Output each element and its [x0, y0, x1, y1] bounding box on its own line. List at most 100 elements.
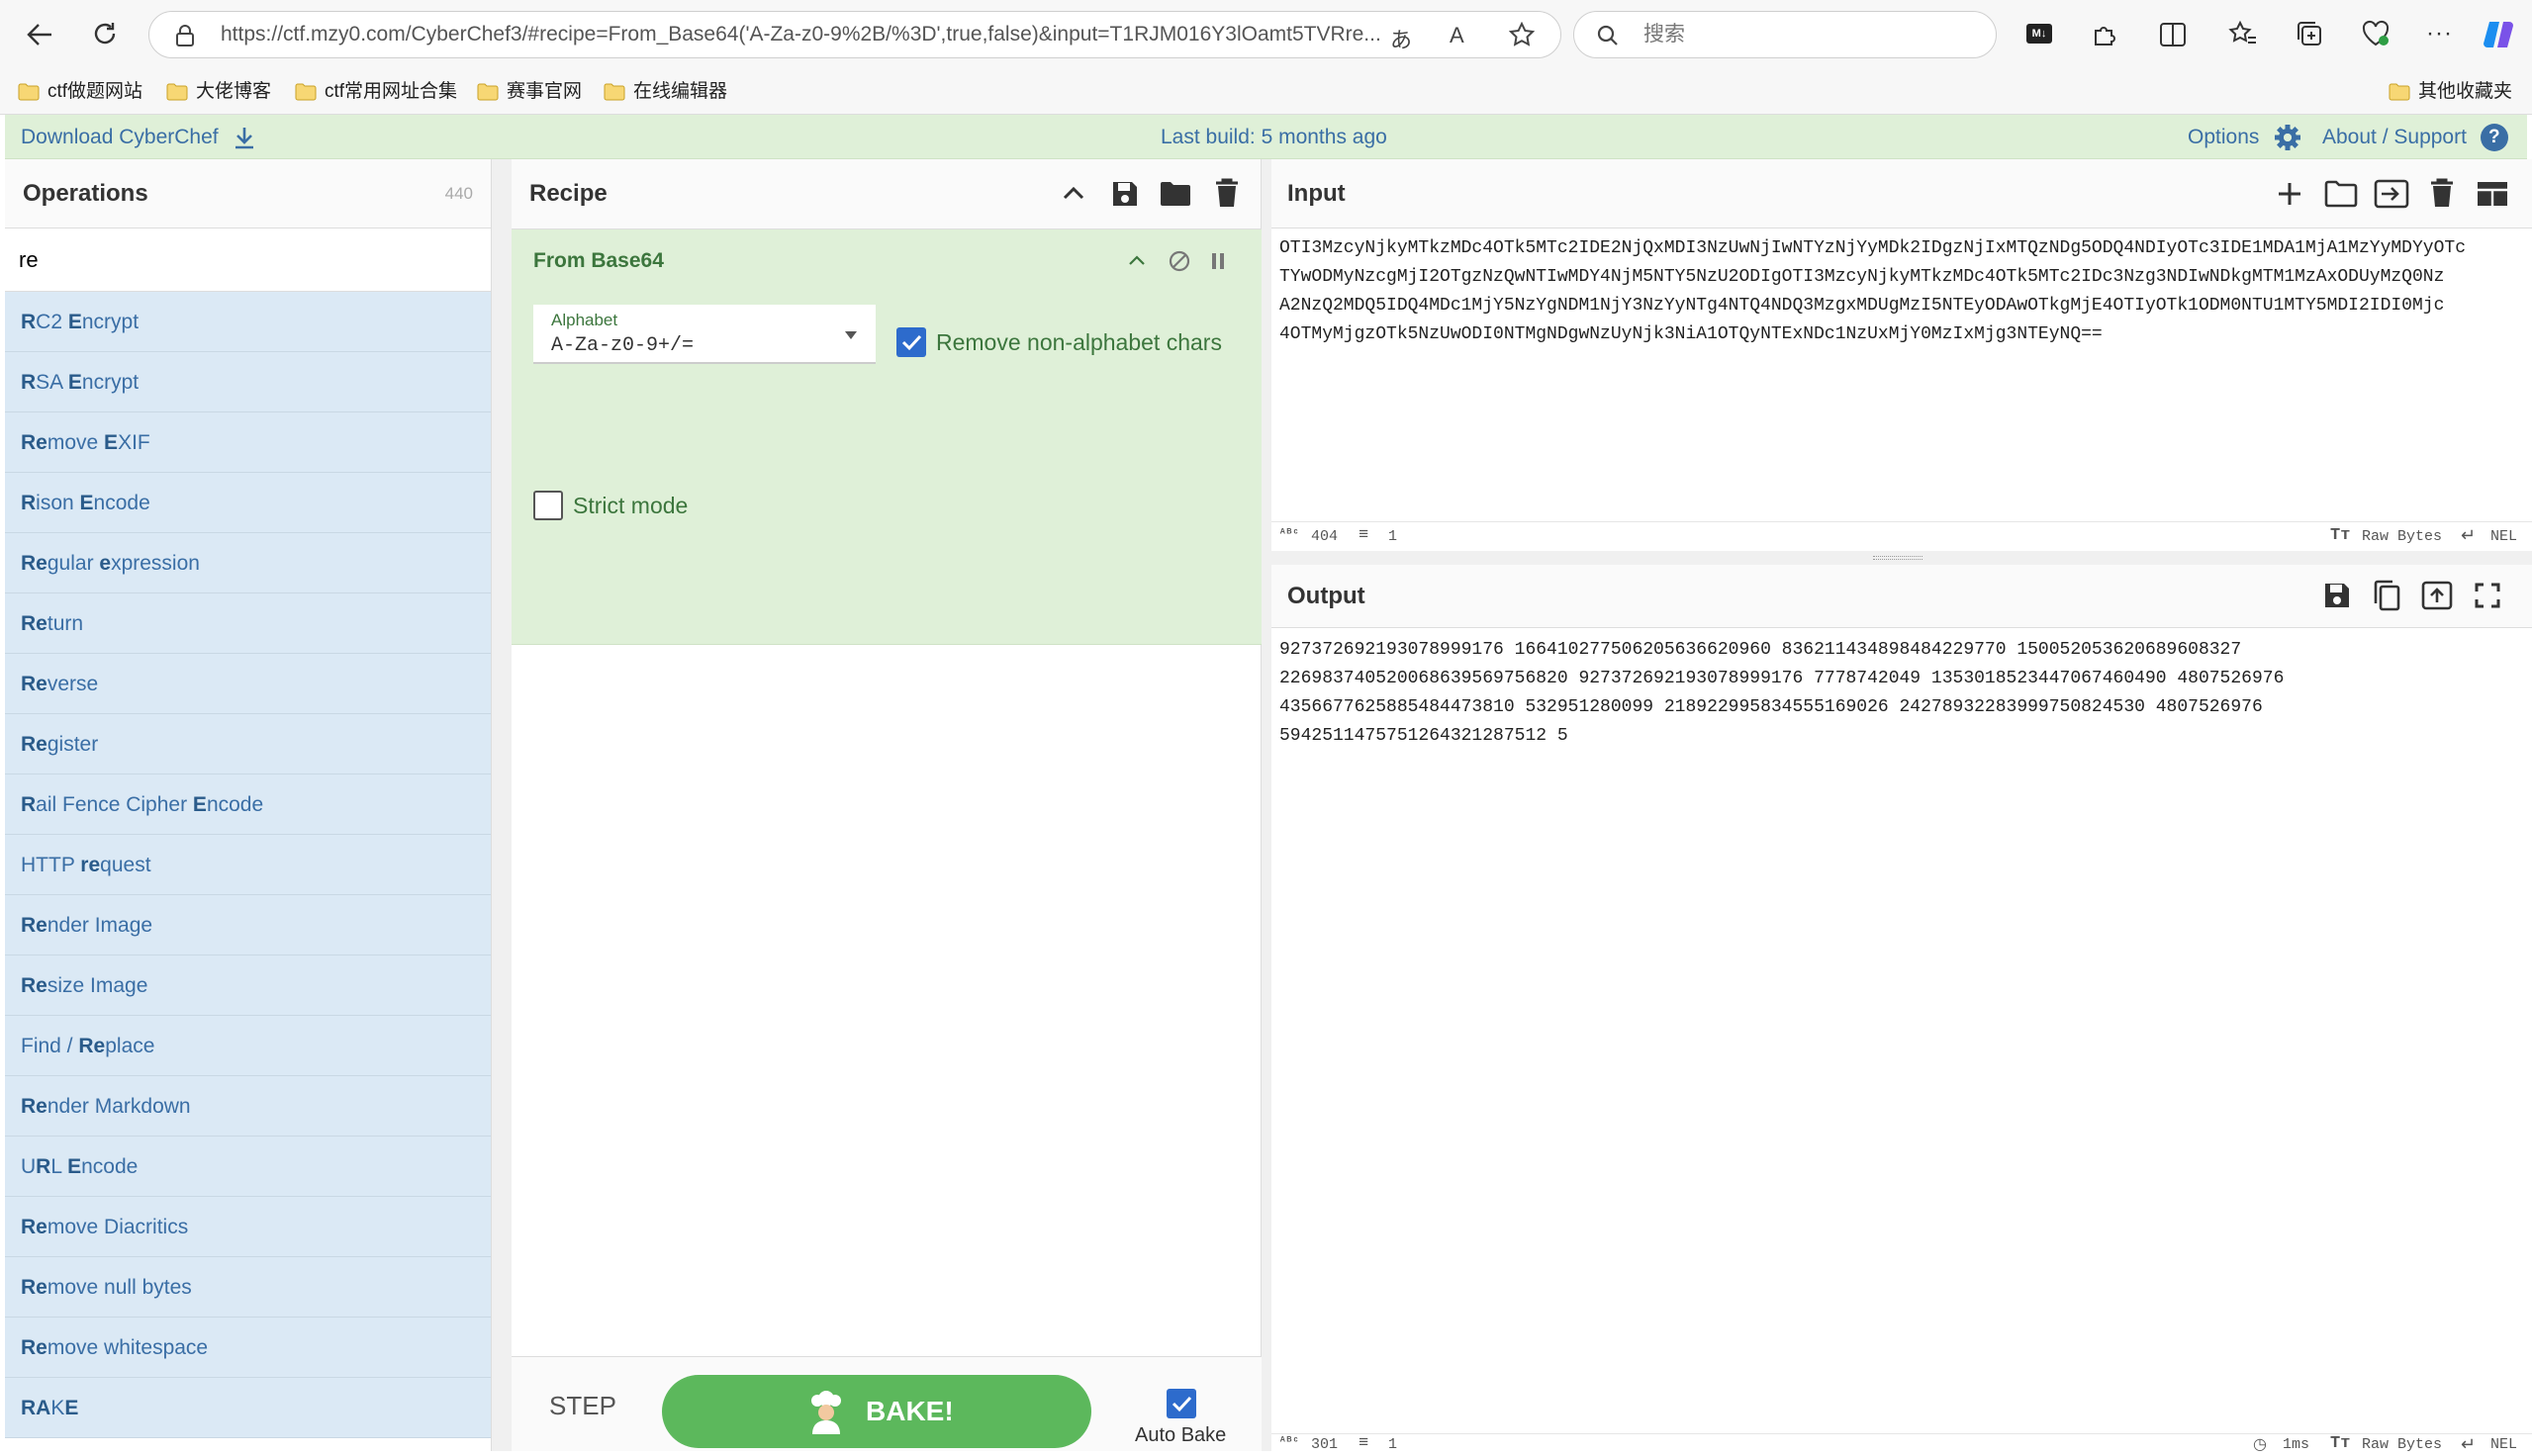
- bookmark-folder-0[interactable]: ctf做题网站: [18, 69, 142, 115]
- folder-icon: [604, 83, 625, 101]
- operation-item[interactable]: Remove null bytes: [5, 1257, 491, 1318]
- operation-match: Re: [21, 1336, 47, 1359]
- about-support-button[interactable]: About / Support ?: [2322, 115, 2508, 159]
- operation-item[interactable]: URL Encode: [5, 1137, 491, 1197]
- browser-search-box[interactable]: 搜索: [1573, 11, 1997, 58]
- operation-item[interactable]: Rail Fence Cipher Encode: [5, 774, 491, 835]
- checkbox-checked-icon[interactable]: [896, 327, 926, 357]
- address-bar[interactable]: https://ctf.mzy0.com/CyberChef3/#recipe=…: [148, 11, 1561, 58]
- bake-label: BAKE!: [866, 1396, 954, 1426]
- column-divider[interactable]: [1262, 159, 1271, 1451]
- operation-item[interactable]: RAKE: [5, 1378, 491, 1438]
- bookmark-folder-2[interactable]: ctf常用网址合集: [295, 69, 457, 115]
- output-eol[interactable]: NEL: [2490, 1436, 2517, 1453]
- folder-open-icon[interactable]: [1159, 179, 1192, 209]
- operation-text: move whitespace: [47, 1336, 209, 1359]
- io-panel: Input OTI3MzcyNjkyMTkzMDc4OTk5MTc2IDE2Nj…: [1271, 159, 2532, 1456]
- reset-layout-icon[interactable]: [2477, 181, 2508, 207]
- disable-icon[interactable]: [1168, 249, 1191, 273]
- output-line: 5942511475751264321287512 5: [1279, 726, 1568, 746]
- operation-item[interactable]: Regular expression: [5, 533, 491, 593]
- input-eol[interactable]: NEL: [2490, 528, 2517, 545]
- operation-item[interactable]: Find / Replace: [5, 1016, 491, 1076]
- operation-item[interactable]: HTTP request: [5, 835, 491, 895]
- collections-icon[interactable]: [2296, 20, 2323, 47]
- operation-match: R: [21, 371, 37, 394]
- translate-icon[interactable]: あ: [1390, 23, 1412, 54]
- operation-item[interactable]: Reverse: [5, 654, 491, 714]
- add-tab-icon[interactable]: [2277, 181, 2302, 207]
- eol-arrow-icon: ↵: [2461, 527, 2477, 547]
- operation-item[interactable]: Remove EXIF: [5, 412, 491, 473]
- folder-icon: [2389, 83, 2410, 101]
- column-divider[interactable]: [492, 159, 512, 1451]
- input-textarea[interactable]: OTI3MzcyNjkyMTkzMDc4OTk5MTc2IDE2NjQxMDI3…: [1279, 234, 2524, 521]
- url-text[interactable]: https://ctf.mzy0.com/CyberChef3/#recipe=…: [221, 12, 1408, 57]
- operation-text: ncode: [206, 793, 264, 816]
- extensions-icon[interactable]: [2090, 21, 2117, 48]
- operation-item[interactable]: Return: [5, 593, 491, 654]
- replace-input-icon[interactable]: [2421, 581, 2453, 610]
- operation-item[interactable]: Remove Diacritics: [5, 1197, 491, 1257]
- chevron-up-icon[interactable]: [1062, 183, 1085, 203]
- operation-match: E: [67, 371, 82, 394]
- maximize-icon[interactable]: [2475, 583, 2500, 608]
- clear-input-trash-icon[interactable]: [2429, 177, 2455, 209]
- operation-item[interactable]: RSA Encrypt: [5, 352, 491, 412]
- read-aloud-icon[interactable]: A: [1450, 23, 1464, 48]
- operation-item[interactable]: Register: [5, 714, 491, 774]
- input-line: A2NzQ2MDQ5IDQ4MDc1MjY5NzYgNDM1NjY3NzYyNT…: [1279, 296, 2445, 316]
- bookmarks-bar: ctf做题网站 大佬博客 ctf常用网址合集 赛事官网 在线编辑器 其他收藏夹: [0, 69, 2532, 115]
- step-button[interactable]: STEP: [549, 1391, 616, 1421]
- operation-item[interactable]: Remove whitespace: [5, 1318, 491, 1378]
- operation-item[interactable]: Rison Encode: [5, 473, 491, 533]
- favorite-star-icon[interactable]: [1509, 22, 1535, 47]
- options-button[interactable]: Options: [2188, 115, 2302, 159]
- more-menu-icon[interactable]: ···: [2426, 20, 2453, 47]
- download-cyberchef-link[interactable]: Download CyberChef: [21, 115, 255, 159]
- autobake-checkbox-icon[interactable]: [1167, 1389, 1196, 1418]
- chevron-up-icon[interactable]: [1128, 253, 1146, 267]
- bake-button[interactable]: BAKE!: [662, 1375, 1091, 1448]
- output-encoding[interactable]: Raw Bytes: [2362, 1436, 2442, 1453]
- operations-search-input[interactable]: [19, 240, 474, 280]
- favorites-icon[interactable]: [2228, 20, 2258, 47]
- refresh-icon[interactable]: [91, 20, 119, 47]
- clock-icon: ◷: [2253, 1436, 2267, 1454]
- alphabet-select[interactable]: Alphabet A-Za-z0-9+/=: [533, 305, 876, 364]
- bookmark-label: 其他收藏夹: [2418, 81, 2513, 102]
- save-output-icon[interactable]: [2322, 581, 2352, 610]
- open-file-icon[interactable]: [2374, 179, 2409, 209]
- alphabet-value: A-Za-z0-9+/=: [551, 334, 695, 357]
- operation-text: ncrypt: [81, 311, 140, 333]
- operation-item[interactable]: Render Image: [5, 895, 491, 956]
- split-screen-icon[interactable]: [2159, 22, 2187, 47]
- operation-item[interactable]: RC2 Encrypt: [5, 292, 491, 352]
- bookmark-folder-3[interactable]: 赛事官网: [477, 69, 582, 115]
- trash-icon[interactable]: [1214, 177, 1240, 209]
- bookmark-folder-other[interactable]: 其他收藏夹: [2389, 69, 2512, 115]
- operation-match: Re: [21, 974, 47, 997]
- output-textarea[interactable]: 927372692193078999176 166410277506205636…: [1279, 636, 2524, 1388]
- copilot-icon[interactable]: [2482, 18, 2515, 51]
- operation-item[interactable]: Resize Image: [5, 956, 491, 1016]
- operation-item[interactable]: Render Markdown: [5, 1076, 491, 1137]
- pause-icon[interactable]: [1210, 251, 1226, 271]
- extension-md-icon[interactable]: M↓: [2026, 24, 2052, 44]
- bookmark-folder-4[interactable]: 在线编辑器: [604, 69, 727, 115]
- recipe-operation-from-base64[interactable]: From Base64 Alphabet A-Za-z0-9+/= Remove…: [512, 229, 1262, 645]
- back-icon[interactable]: [26, 22, 53, 47]
- open-folder-icon[interactable]: [2324, 179, 2358, 209]
- input-encoding[interactable]: Raw Bytes: [2362, 528, 2442, 545]
- output-line: 4356677625885484473810 532951280099 2189…: [1279, 697, 2263, 717]
- browser-essentials-icon[interactable]: [2361, 20, 2391, 47]
- operations-search[interactable]: [5, 228, 491, 292]
- io-resize-handle[interactable]: [1271, 551, 2532, 565]
- operation-text: xpression: [111, 552, 200, 575]
- operation-match: E: [104, 431, 119, 454]
- save-icon[interactable]: [1110, 179, 1140, 209]
- input-length: 404: [1311, 528, 1339, 545]
- copy-output-icon[interactable]: [2372, 579, 2401, 612]
- bookmark-folder-1[interactable]: 大佬博客: [166, 69, 271, 115]
- checkbox-unchecked-icon[interactable]: [533, 491, 563, 520]
